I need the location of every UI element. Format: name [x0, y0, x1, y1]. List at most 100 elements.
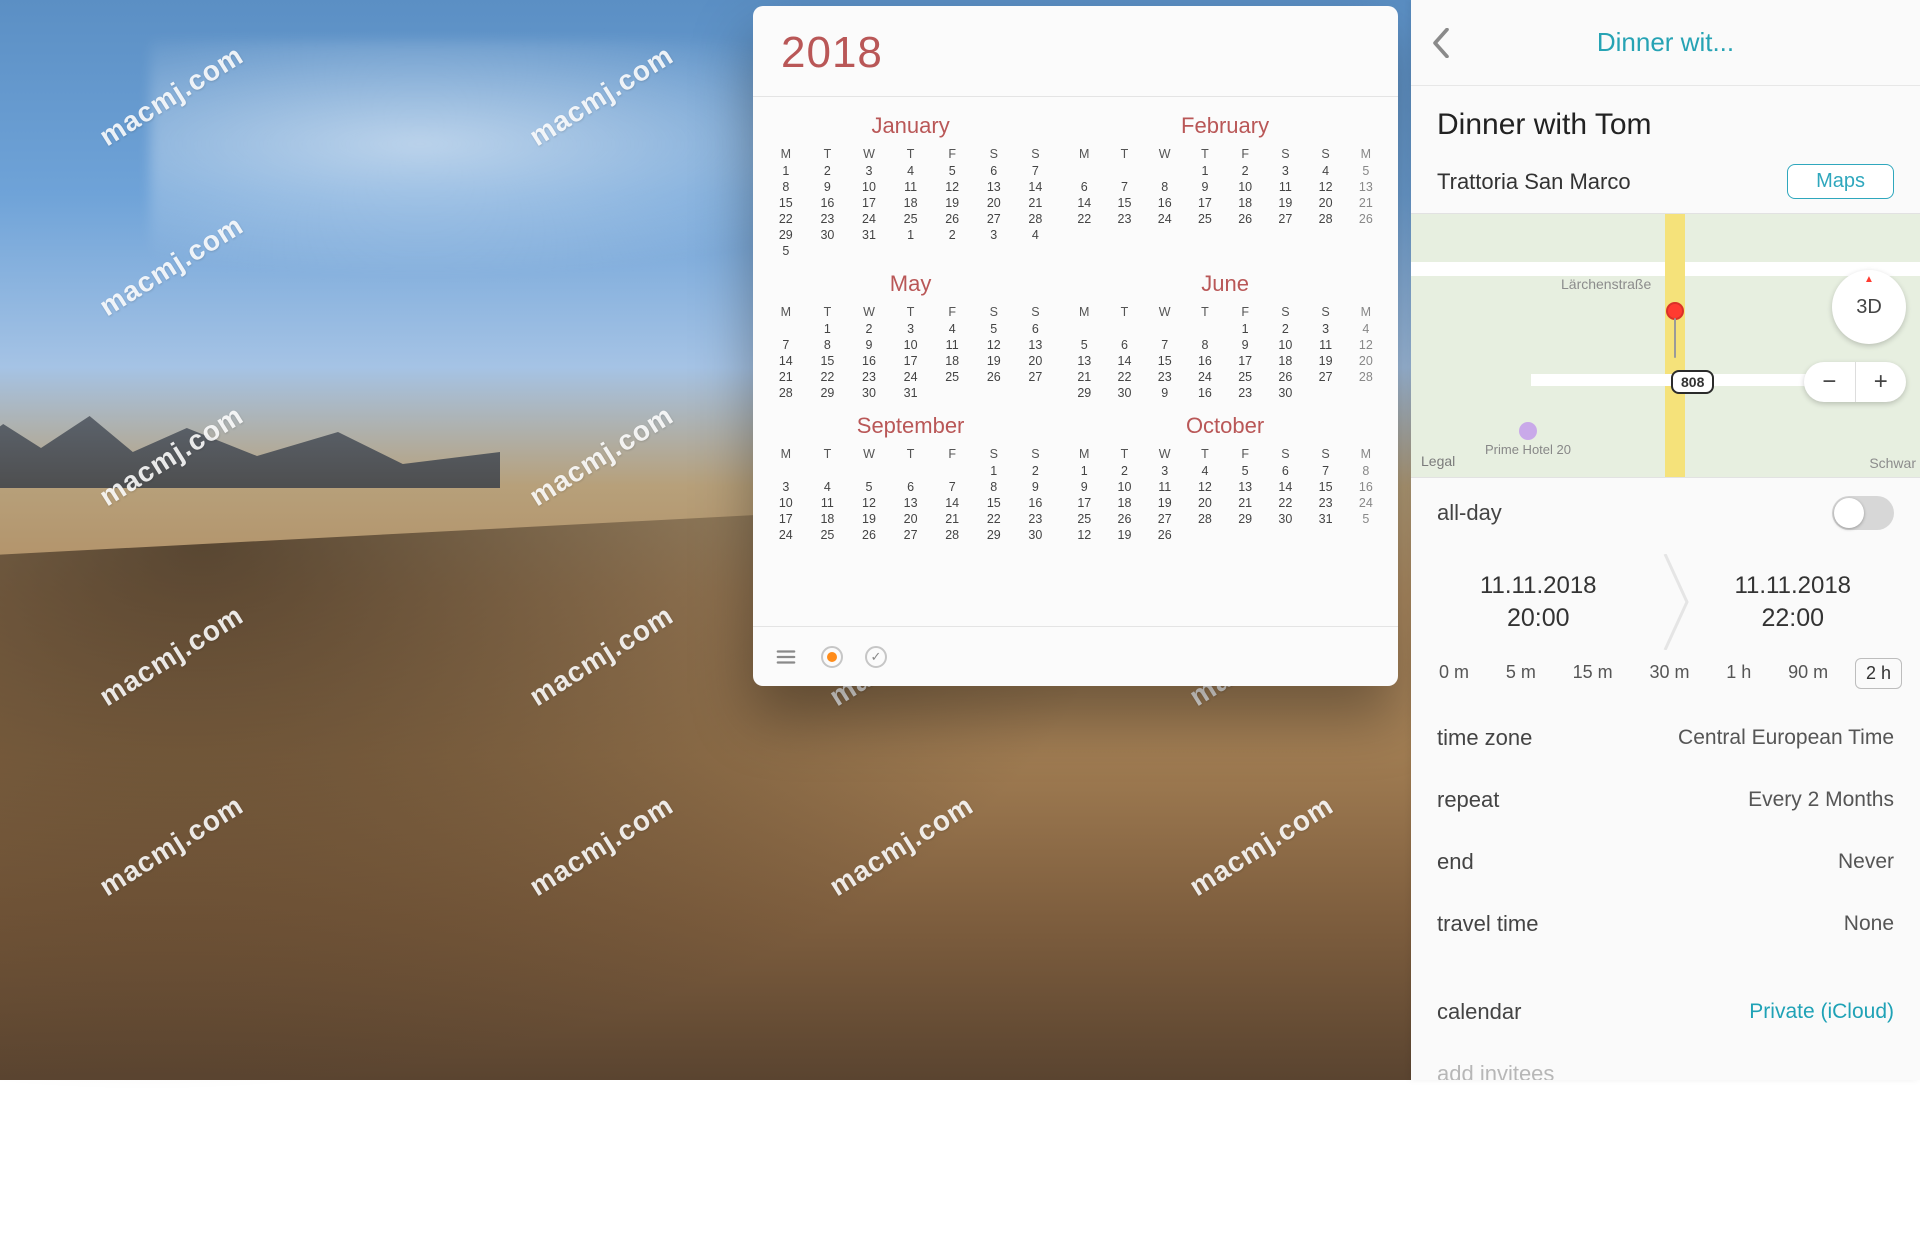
calendar-day[interactable]: 28 — [1185, 511, 1225, 527]
calendar-day[interactable]: 10 — [765, 495, 807, 511]
calendar-day[interactable]: 24 — [890, 369, 932, 385]
calendar-day[interactable]: 11 — [1145, 479, 1185, 495]
calendar-day[interactable]: 11 — [1305, 337, 1345, 353]
calendar-day[interactable]: 13 — [1064, 353, 1104, 369]
calendar-day[interactable]: 4 — [890, 163, 932, 179]
calendar-day[interactable]: 15 — [973, 495, 1015, 511]
calendar-day[interactable]: 23 — [1104, 211, 1144, 227]
calendar-day[interactable]: 23 — [1225, 385, 1265, 401]
calendar-day[interactable]: 30 — [1265, 385, 1305, 401]
calendar-day[interactable]: 25 — [1185, 211, 1225, 227]
calendar-day[interactable]: 2 — [931, 227, 973, 243]
calendar-day[interactable] — [1104, 163, 1144, 179]
calendar-day[interactable]: 24 — [1145, 211, 1185, 227]
calendar-day[interactable]: 31 — [890, 385, 932, 401]
calendar-day[interactable] — [973, 385, 1015, 401]
calendar-day[interactable]: 20 — [1185, 495, 1225, 511]
calendar-day[interactable] — [1346, 385, 1386, 401]
calendar-day[interactable]: 15 — [765, 195, 807, 211]
calendar-day[interactable]: 6 — [973, 163, 1015, 179]
calendar-day[interactable]: 10 — [848, 179, 890, 195]
calendar-day[interactable]: 6 — [1015, 321, 1057, 337]
calendar-day[interactable]: 25 — [1225, 369, 1265, 385]
duration-chip[interactable]: 90 m — [1778, 658, 1838, 689]
event-title[interactable]: Dinner with Tom — [1437, 108, 1894, 142]
calendar-day[interactable]: 5 — [1346, 511, 1386, 527]
calendar-day[interactable]: 9 — [1064, 479, 1104, 495]
calendar-day[interactable]: 26 — [1225, 211, 1265, 227]
calendar-day[interactable]: 19 — [931, 195, 973, 211]
calendar-day[interactable]: 22 — [1265, 495, 1305, 511]
calendar-day[interactable]: 29 — [1064, 385, 1104, 401]
calendar-day[interactable]: 12 — [931, 179, 973, 195]
calendar-day[interactable]: 30 — [848, 385, 890, 401]
calendar-day[interactable]: 24 — [848, 211, 890, 227]
calendar-day[interactable] — [1064, 321, 1104, 337]
calendar-day[interactable]: 7 — [1145, 337, 1185, 353]
calendar-day[interactable]: 18 — [931, 353, 973, 369]
calendar-day[interactable] — [1185, 321, 1225, 337]
calendar-day[interactable]: 5 — [1064, 337, 1104, 353]
calendar-day[interactable]: 24 — [1346, 495, 1386, 511]
calendar-day[interactable]: 12 — [973, 337, 1015, 353]
calendar-day[interactable]: 30 — [1015, 527, 1057, 543]
calendar-day[interactable]: 1 — [890, 227, 932, 243]
calendar-day[interactable]: 30 — [1265, 511, 1305, 527]
calendar-day[interactable]: 23 — [1145, 369, 1185, 385]
calendar-day[interactable]: 2 — [1225, 163, 1265, 179]
calendar-day[interactable]: 16 — [1015, 495, 1057, 511]
calendar-day[interactable]: 3 — [890, 321, 932, 337]
calendar-day[interactable]: 5 — [765, 243, 807, 259]
duration-chip[interactable]: 2 h — [1855, 658, 1902, 689]
calendar-day[interactable]: 18 — [1104, 495, 1144, 511]
calendar-day[interactable]: 26 — [931, 211, 973, 227]
calendar-day[interactable]: 26 — [973, 369, 1015, 385]
calendar-day[interactable]: 4 — [1015, 227, 1057, 243]
calendar-day[interactable]: 7 — [1305, 463, 1345, 479]
calendar-day[interactable]: 12 — [1064, 527, 1104, 543]
calendar-day[interactable]: 18 — [1225, 195, 1265, 211]
menu-icon[interactable] — [773, 644, 799, 670]
calendar-day[interactable]: 24 — [1185, 369, 1225, 385]
back-button[interactable] — [1411, 28, 1471, 58]
calendar-day[interactable]: 13 — [1346, 179, 1386, 195]
calendar-day[interactable]: 19 — [1265, 195, 1305, 211]
end-time-cell[interactable]: 11.11.2018 22:00 — [1666, 554, 1920, 650]
calendar-day[interactable]: 7 — [931, 479, 973, 495]
calendar-day[interactable]: 10 — [890, 337, 932, 353]
calendar-day[interactable] — [807, 463, 849, 479]
calendar-day[interactable]: 16 — [1185, 385, 1225, 401]
calendar-day[interactable]: 17 — [848, 195, 890, 211]
calendar-day[interactable] — [1346, 527, 1386, 543]
calendar-day[interactable]: 13 — [1225, 479, 1265, 495]
calendar-day[interactable] — [1265, 527, 1305, 543]
calendar-day[interactable]: 17 — [890, 353, 932, 369]
calendar-day[interactable]: 4 — [1346, 321, 1386, 337]
calendar-day[interactable]: 23 — [807, 211, 849, 227]
calendar-day[interactable]: 26 — [848, 527, 890, 543]
calendar-day[interactable]: 22 — [807, 369, 849, 385]
calendar-day[interactable]: 9 — [807, 179, 849, 195]
calendar-day[interactable]: 31 — [848, 227, 890, 243]
duration-chip[interactable]: 30 m — [1639, 658, 1699, 689]
start-time-cell[interactable]: 11.11.2018 20:00 — [1411, 554, 1666, 650]
calendar-day[interactable]: 14 — [1104, 353, 1144, 369]
calendar-day[interactable]: 3 — [1145, 463, 1185, 479]
calendar-day[interactable]: 22 — [765, 211, 807, 227]
calendar-day[interactable]: 5 — [973, 321, 1015, 337]
calendar-day[interactable]: 8 — [1185, 337, 1225, 353]
calendar-day[interactable]: 7 — [765, 337, 807, 353]
calendar-day[interactable]: 11 — [931, 337, 973, 353]
calendar-day[interactable]: 14 — [1265, 479, 1305, 495]
open-maps-button[interactable]: Maps — [1787, 164, 1894, 199]
calendar-day[interactable]: 25 — [890, 211, 932, 227]
event-field-row[interactable]: time zoneCentral European Time — [1411, 707, 1920, 769]
calendar-day[interactable]: 5 — [848, 479, 890, 495]
calendar-day[interactable] — [1064, 163, 1104, 179]
calendar-day[interactable]: 2 — [1265, 321, 1305, 337]
calendar-day[interactable]: 16 — [848, 353, 890, 369]
calendar-day[interactable]: 3 — [848, 163, 890, 179]
calendar-day[interactable]: 29 — [765, 227, 807, 243]
calendar-day[interactable]: 16 — [807, 195, 849, 211]
calendar-day[interactable]: 27 — [890, 527, 932, 543]
